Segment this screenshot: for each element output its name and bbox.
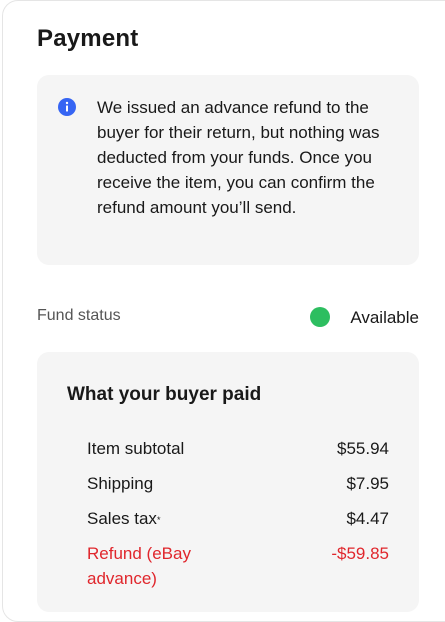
info-icon <box>58 98 76 116</box>
status-dot-icon <box>310 307 330 327</box>
fund-status-value: Available <box>350 308 419 327</box>
fund-status-row: Fund status Available <box>37 307 419 329</box>
row-label: Item subtotal <box>87 439 185 458</box>
buyer-paid-summary: What your buyer paid Item subtotal $55.9… <box>37 352 419 612</box>
notice-text: We issued an advance refund to the buyer… <box>97 98 380 217</box>
payment-card: Payment We issued an advance refund to t… <box>2 0 445 622</box>
row-amount: $55.94 <box>337 439 389 458</box>
row-amount: -$59.85 <box>331 544 389 563</box>
row-label-wrap: Sales tax* <box>87 506 160 531</box>
footnote-marker: * <box>156 515 161 525</box>
payment-title: Payment <box>37 25 139 52</box>
advance-refund-notice: We issued an advance refund to the buyer… <box>37 75 419 265</box>
row-label: Refund (eBay advance) <box>87 544 191 588</box>
row-label: Sales tax <box>87 509 157 528</box>
row-amount: $7.95 <box>346 474 389 493</box>
row-label: Shipping <box>87 474 154 493</box>
row-amount: $4.47 <box>346 509 389 528</box>
fund-status-label: Fund status <box>37 307 121 324</box>
buyer-paid-heading: What your buyer paid <box>67 384 262 405</box>
